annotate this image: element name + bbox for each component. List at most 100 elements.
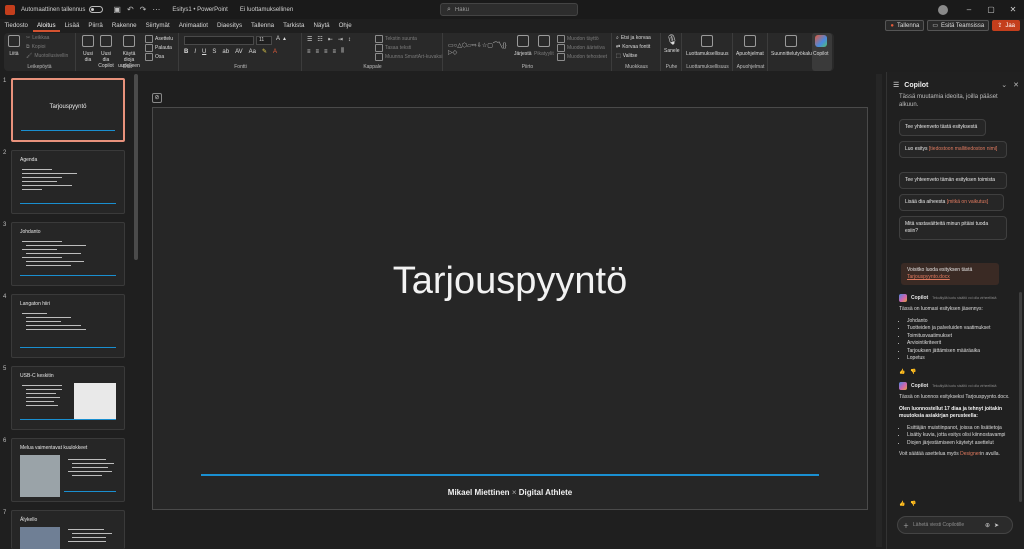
thumbs-up-icon[interactable]: 👍 [899,369,905,375]
canvas-scrollbar[interactable] [876,74,882,547]
text-direction-button[interactable]: Tekstin suunta [375,35,417,43]
maximize-button[interactable]: ▢ [980,5,1002,14]
copilot-ribbon-button[interactable]: Copilot [813,35,829,57]
shadow-icon[interactable]: ab [222,49,229,55]
bullets-icon[interactable]: ☰ [307,36,312,43]
thumbnail-slide-1[interactable]: Tarjouspyyntö [11,78,125,142]
thumbs-up-icon[interactable]: 👍 [899,501,905,507]
section-button[interactable]: Osa [145,53,164,61]
tab-transitions[interactable]: Siirtymät [141,19,174,32]
format-painter-button[interactable]: 🖌 Muotoilusivellin [26,53,68,59]
designer-button[interactable]: Suunnittelutyökalu [771,35,812,57]
thumbnail-slide-6[interactable]: Melua vaimentavat kuulokkeet [11,438,125,502]
tab-slideshow[interactable]: Diaesitys [212,19,246,32]
shape-effects-button[interactable]: Muodon tehosteet [557,53,607,61]
tab-animations[interactable]: Animaatiot [174,19,212,32]
shapes-gallery[interactable]: ▭○△⬡▱⇨⇩☆▢⌒╲{}▷◇ [448,35,508,61]
strike-icon[interactable]: S [212,49,216,55]
case-icon[interactable]: Aa [249,49,256,55]
suggestion-chip[interactable]: Mitä vastaväitteitä minun pitäisi tuoda … [899,216,1007,240]
more-icon[interactable]: ⋯ [152,5,160,14]
thumbnail-slide-4[interactable]: Langaton hiiri [11,294,125,358]
copilot-input-box[interactable]: ＋ ⊕ ➤ [897,516,1013,534]
arrange-button[interactable]: Järjestä [514,35,532,57]
copilot-message-input[interactable] [913,522,982,528]
undo-icon[interactable]: ↶ [127,5,134,14]
tab-help[interactable]: Ohje [334,19,356,32]
select-button[interactable]: ⬚ Valitse [616,53,637,59]
thumbnails-scrollbar[interactable] [134,74,138,260]
tab-record[interactable]: Tallenna [247,19,279,32]
reset-button[interactable]: Palauta [145,44,172,52]
tab-view[interactable]: Näytä [309,19,334,32]
share-button[interactable]: ⇪ Jaa [992,20,1020,31]
find-button[interactable]: ⌕ Etsi ja korvaa [616,35,651,41]
tab-file[interactable]: Tiedosto [0,19,33,32]
autosave-toggle[interactable] [89,6,104,13]
minimize-button[interactable]: – [958,5,980,14]
avatar[interactable] [938,4,948,15]
present-teams-button[interactable]: ▭ Esitä Teamsissa [927,20,990,31]
save-icon[interactable]: ▣ [113,5,121,14]
grow-font-icon[interactable]: A ▲ [276,36,287,42]
align-center-icon[interactable]: ≡ [316,49,320,55]
plus-icon[interactable]: ＋ [903,521,909,530]
file-link[interactable]: Tarjouspyynto.docx [907,274,950,280]
numbering-icon[interactable]: ☷ [317,36,322,43]
replace-fonts-button[interactable]: ⇄ Korvaa fontit [616,44,650,50]
thumbs-down-icon[interactable]: 👎 [910,369,916,375]
font-size-input[interactable]: 11 [256,36,272,45]
menu-icon[interactable]: ☰ [893,81,899,89]
align-text-button[interactable]: Tasaa teksti [375,44,411,52]
sensitivity-button[interactable]: Luottamuksellisuus [686,35,729,57]
tab-design[interactable]: Rakenne [107,19,141,32]
designer-link[interactable]: Designer [960,451,980,457]
underline-icon[interactable]: U [202,49,206,55]
cut-button[interactable]: ✂ Leikkaa [26,35,49,41]
indent-more-icon[interactable]: ⇥ [338,36,343,43]
close-icon[interactable]: ✕ [1013,81,1019,89]
suggestion-chip[interactable]: Lisää dia aiheesta [mitkä on vaikutus] [899,194,1004,211]
tab-draw[interactable]: Piirrä [84,19,107,32]
tab-review[interactable]: Tarkista [279,19,309,32]
current-slide[interactable]: Tarjouspyyntö Mikael Miettinen × Digital… [152,107,868,510]
slide-title[interactable]: Tarjouspyyntö [153,260,867,303]
paste-button[interactable]: Liitä [8,35,20,57]
thumbnail-slide-3[interactable]: Johdanto [11,222,125,286]
record-button[interactable]: ● Tallenna [885,20,925,31]
justify-icon[interactable]: ≡ [333,49,337,55]
shape-fill-button[interactable]: Muodon täyttö [557,35,599,43]
tab-home[interactable]: Aloitus [32,19,61,32]
smartart-button[interactable]: Muunna SmartArt-kuvaksi [375,53,443,61]
shape-outline-button[interactable]: Muodon ääriviiva [557,44,605,52]
suggestion-chip[interactable]: Tee yhteenveto tästä esityksestä [899,119,986,136]
highlight-icon[interactable]: ✎ [262,48,267,55]
search-input[interactable] [454,6,565,13]
redo-icon[interactable]: ↷ [140,5,147,14]
suggestion-chip[interactable]: Luo esitys [tiedostoon mallitiedoston ni… [899,141,1007,158]
document-title[interactable]: Esitys1 • PowerPoint [172,7,227,13]
designer-icon[interactable]: ⊘ [152,93,162,103]
addins-button[interactable]: Apuohjelmat [736,35,764,57]
search-box[interactable]: ⌕ [440,3,578,16]
chevron-down-icon[interactable]: ⌄ [1001,81,1007,89]
thumbnail-slide-5[interactable]: USB-C keskitin [11,366,125,430]
slide-footer[interactable]: Mikael Miettinen × Digital Athlete [153,488,867,497]
thumbnail-slide-2[interactable]: Agenda [11,150,125,214]
suggestion-chip[interactable]: Tee yhteenveto tämän esityksen toimista [899,172,1007,189]
layout-button[interactable]: Asettelu [145,35,173,43]
new-slide-button[interactable]: Uusi dia [80,35,96,63]
align-left-icon[interactable]: ≡ [307,49,311,55]
close-button[interactable]: ✕ [1002,5,1024,14]
font-name-input[interactable] [184,36,254,45]
copy-button[interactable]: ⧉ Kopioi [26,44,45,50]
dictate-button[interactable]: 🎙 Sanele [664,35,680,54]
sensitivity-status[interactable]: Ei luottamuksellinen [240,7,293,13]
tab-insert[interactable]: Lisää [60,19,84,32]
line-spacing-icon[interactable]: ↕ [348,37,351,43]
align-right-icon[interactable]: ≡ [324,49,328,55]
send-icon[interactable]: ➤ [994,522,999,529]
thumbnail-slide-7[interactable]: Älykello [11,510,125,549]
bold-icon[interactable]: B [184,49,188,55]
indent-less-icon[interactable]: ⇤ [328,36,333,43]
